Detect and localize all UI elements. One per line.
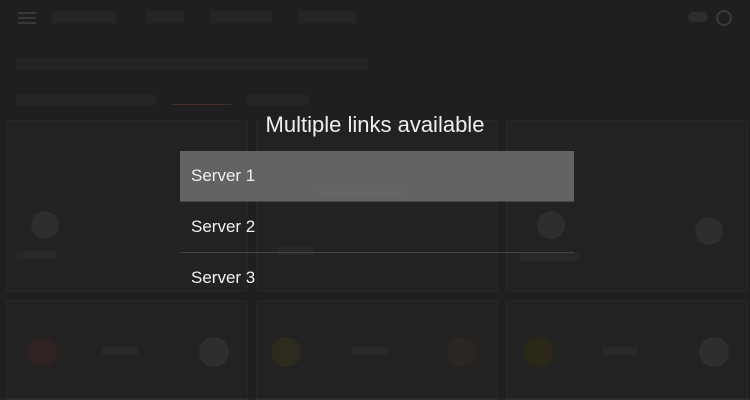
server-option-1[interactable]: Server 1 bbox=[180, 151, 574, 201]
dialog-title: Multiple links available bbox=[265, 112, 485, 137]
server-option-2[interactable]: Server 2 bbox=[180, 202, 574, 252]
server-option-3[interactable]: Server 3 bbox=[180, 253, 574, 303]
